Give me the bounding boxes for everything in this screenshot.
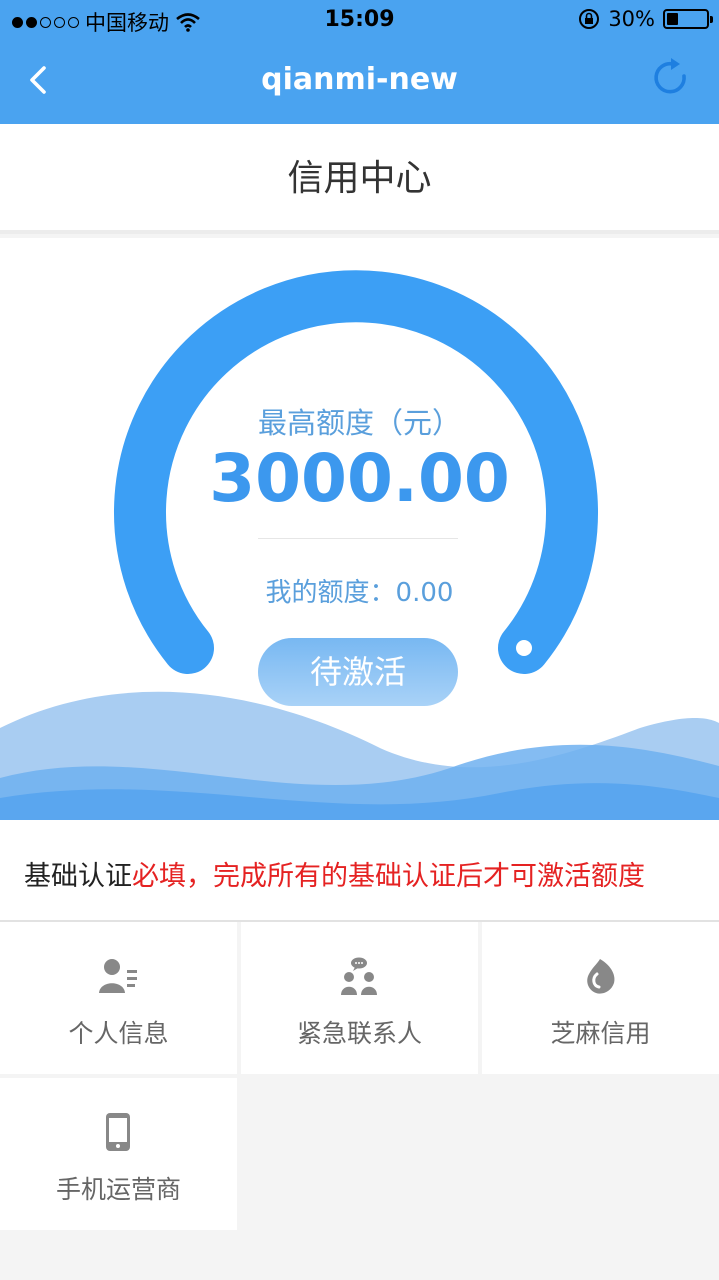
tile-label: 手机运营商 bbox=[55, 1175, 181, 1204]
tile-label: 紧急联系人 bbox=[296, 1019, 422, 1048]
nav-bar: qianmi-new bbox=[0, 44, 719, 124]
basic-auth-notice: 必填，完成所有的基础认证后才可激活额度 bbox=[132, 861, 645, 892]
phone-icon bbox=[106, 1113, 130, 1151]
tile-sesame-credit[interactable]: 芝麻信用 bbox=[482, 922, 719, 1074]
tile-label: 个人信息 bbox=[68, 1019, 169, 1048]
rotation-lock-icon bbox=[579, 9, 600, 29]
top-bar: 中国移动 15:09 30% qianmi-new bbox=[0, 0, 719, 124]
gauge-indicator-dot bbox=[516, 640, 532, 656]
refresh-icon[interactable] bbox=[649, 56, 693, 100]
credit-gauge-card: 最高额度（元） 3000.00 我的额度：0.00 待激活 bbox=[0, 238, 719, 820]
activate-button[interactable]: 待激活 bbox=[258, 638, 458, 706]
battery-percent: 30% bbox=[608, 7, 655, 31]
status-right: 30% bbox=[578, 7, 713, 31]
tile-label: 芝麻信用 bbox=[550, 1019, 651, 1048]
contacts-icon bbox=[341, 957, 377, 995]
tile-emergency-contact[interactable]: 紧急联系人 bbox=[241, 922, 478, 1074]
status-bar: 中国移动 15:09 30% bbox=[0, 0, 719, 40]
max-credit-label: 最高额度（元） bbox=[257, 406, 461, 440]
page-title-bar: 信用中心 bbox=[0, 124, 719, 234]
basic-auth-header: 基础认证必填，完成所有的基础认证后才可激活额度 bbox=[0, 820, 719, 922]
tile-personal-info[interactable]: 个人信息 bbox=[0, 922, 237, 1074]
basic-auth-title: 基础认证 bbox=[24, 861, 132, 892]
sesame-icon bbox=[587, 959, 615, 994]
nav-title: qianmi-new bbox=[261, 62, 458, 97]
battery-icon bbox=[663, 9, 713, 29]
max-credit-value: 3000.00 bbox=[209, 440, 510, 517]
page-title: 信用中心 bbox=[287, 158, 432, 199]
person-card-icon bbox=[99, 959, 137, 993]
tile-mobile-carrier[interactable]: 手机运营商 bbox=[0, 1078, 237, 1230]
divider bbox=[258, 538, 458, 539]
my-quota: 我的额度：0.00 bbox=[265, 578, 454, 608]
